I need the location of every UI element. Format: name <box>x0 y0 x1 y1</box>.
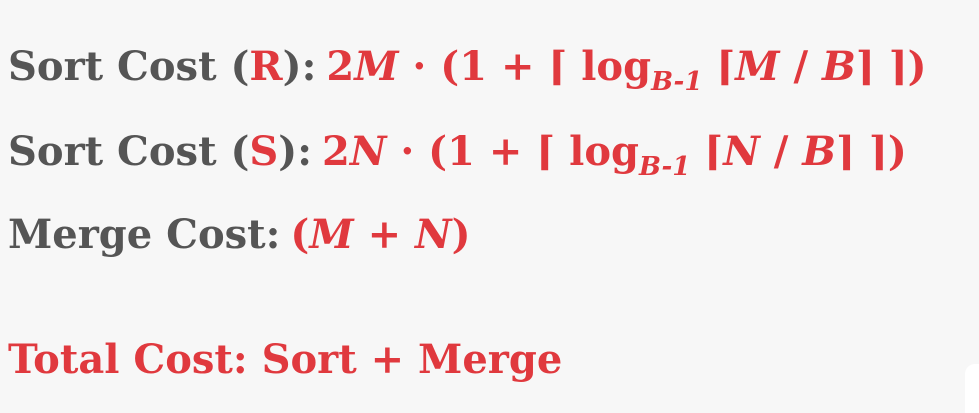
formula-log: · (1 + ⌈ log <box>398 43 652 90</box>
merge-cost-formula: (M + N) <box>290 211 470 258</box>
ceil-open: ⌈ <box>702 43 736 90</box>
denominator-b: B <box>802 128 837 175</box>
sort-cost-s-formula: 2N · (1 + ⌈ logB-1 ⌈N / B⌉ ⌉) <box>322 128 907 182</box>
ceil-close: ⌉ ⌉) <box>855 43 927 90</box>
divide-sign: / <box>759 128 803 175</box>
variable-m: M <box>309 211 354 258</box>
coefficient: 2 <box>326 43 355 90</box>
ceil-open: ⌈ <box>690 128 724 175</box>
merge-cost-label: Merge Cost: <box>8 211 281 258</box>
paren-open: ( <box>290 211 310 258</box>
coefficient: 2 <box>322 128 350 175</box>
variable-n: N <box>415 211 452 258</box>
sort-cost-r-label-start: Sort Cost ( <box>8 43 250 90</box>
paren-close: ) <box>451 211 471 258</box>
corner-tab <box>965 364 979 413</box>
slide: Sort Cost (R): 2M · (1 + ⌈ logB-1 ⌈M / B⌉… <box>0 0 979 413</box>
sort-cost-s-label-end: ): <box>278 128 312 175</box>
ceil-close: ⌉ ⌉) <box>836 128 907 175</box>
denominator-b: B <box>822 43 856 90</box>
sort-cost-r-label-end: ): <box>282 43 317 90</box>
log-base: B-1 <box>639 152 691 182</box>
merge-cost-line: Merge Cost: (M + N) <box>8 209 471 261</box>
variable-n: N <box>349 128 387 175</box>
sort-cost-r-formula: 2M · (1 + ⌈ logB-1 ⌈M / B⌉ ⌉) <box>326 43 927 97</box>
total-cost-line: Total Cost: Sort + Merge <box>8 336 563 383</box>
relation-s: S <box>249 128 279 175</box>
numerator-n: N <box>723 128 760 175</box>
formula-log: · (1 + ⌈ log <box>386 128 640 175</box>
sort-cost-r-line: Sort Cost (R): 2M · (1 + ⌈ logB-1 ⌈M / B⌉… <box>8 41 927 98</box>
plus-sign: + <box>353 211 416 258</box>
sort-cost-s-label-start: Sort Cost ( <box>8 128 250 175</box>
sort-cost-s-line: Sort Cost (S): 2N · (1 + ⌈ logB-1 ⌈N / B⌉… <box>8 126 907 183</box>
relation-r: R <box>249 43 283 90</box>
divide-sign: / <box>779 43 823 90</box>
numerator-m: M <box>735 43 780 90</box>
log-base: B-1 <box>651 67 703 97</box>
variable-m: M <box>354 43 399 90</box>
